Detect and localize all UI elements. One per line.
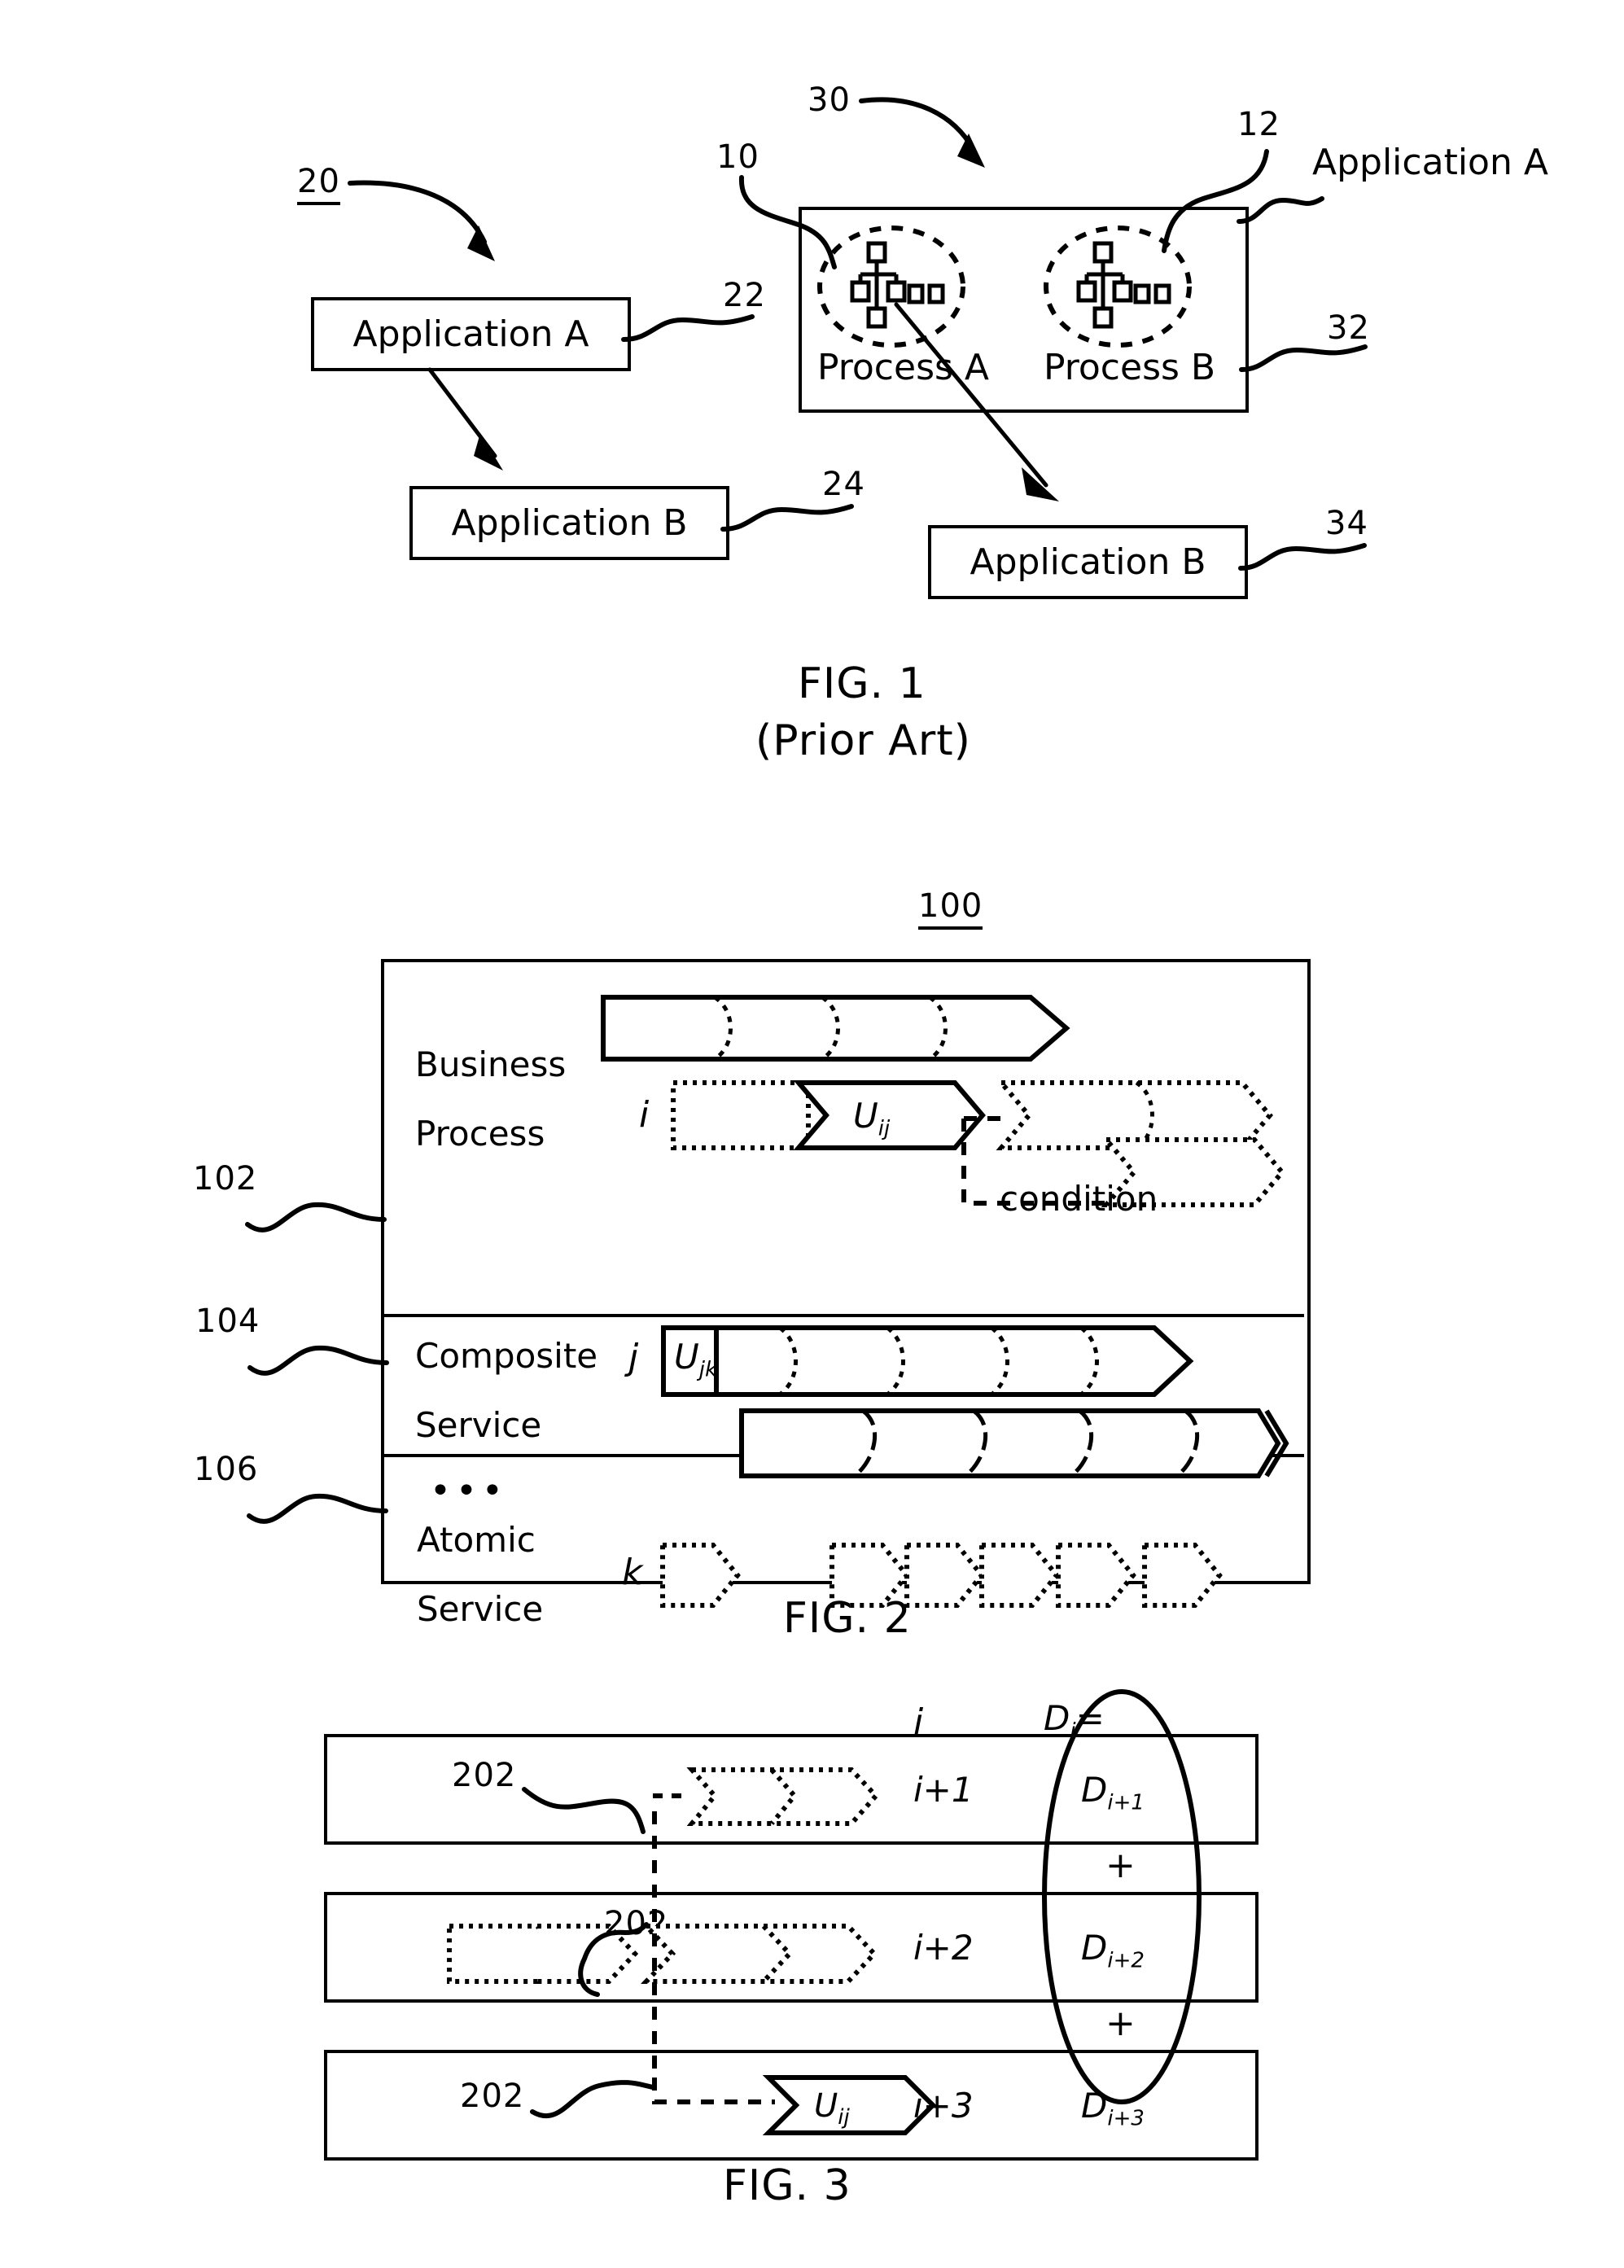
unit-symbol-u-jk: U — [674, 1337, 699, 1377]
figure-3-row-3-callout-202: 202 — [460, 2078, 525, 2115]
leader-line-104 — [247, 1345, 389, 1376]
composite-service-label-line1: Composite — [415, 1336, 598, 1376]
figure-3-row-3-index: i+3 — [913, 2086, 974, 2126]
figure-3-row-2-leader — [578, 1922, 649, 1997]
figure-3-row-1-callout-202: 202 — [452, 1757, 517, 1794]
figure-3-plus-2: + — [1105, 2003, 1136, 2044]
composite-service-tier-label: Composite Service — [415, 1333, 598, 1448]
arrow-appa-to-appb-left — [427, 367, 503, 471]
business-process-label-line1: Business — [415, 1044, 567, 1084]
figure-3-row-1-d-value: Di+1 — [1081, 1770, 1145, 1815]
composite-service-unit-ujk: Ujk — [674, 1337, 717, 1381]
atomic-service-tier-label: Atomic Service — [417, 1517, 543, 1632]
row-3-unit-subscript: ij — [838, 2105, 850, 2130]
reference-number-100: 100 — [918, 887, 983, 930]
reference-number-30: 30 — [808, 81, 851, 119]
business-process-condition-label: condition — [1000, 1179, 1158, 1219]
figure-3-row-3-unit-uij: Uij — [814, 2087, 850, 2130]
figure-3-row-2-index: i+2 — [913, 1928, 974, 1968]
figure-1: 20 Application A 22 Application B 24 30 … — [0, 0, 1624, 782]
row-1-d-symbol: D — [1081, 1770, 1108, 1810]
reference-number-32: 32 — [1327, 309, 1370, 347]
figure-3: i Di= 202 i+1 Di+1 + 202 i+2 Di+2 + 202 … — [0, 1628, 1624, 2268]
tier-divider-1 — [381, 1314, 1304, 1317]
business-process-solid-chevron-bar — [601, 995, 1070, 1062]
row-3-d-subscript: i+3 — [1107, 2106, 1145, 2131]
composite-service-index-j: j — [628, 1337, 639, 1378]
figure-3-row-3-d-value: Di+3 — [1081, 2086, 1145, 2130]
leader-line-106 — [247, 1493, 388, 1524]
atomic-service-index-k: k — [622, 1552, 643, 1593]
figure-2: 100 102 Business Process i Uij condition… — [0, 838, 1624, 1643]
figure-3-row-1-index: i+1 — [913, 1770, 974, 1810]
business-process-unit-uij: Uij — [853, 1096, 890, 1141]
figure-3-row-1-dotted-chevrons — [653, 1767, 880, 1826]
composite-service-solid-chevron-bar — [661, 1325, 1194, 1397]
row-1-d-subscript: i+1 — [1107, 1790, 1145, 1815]
unit-subscript-ij: ij — [878, 1116, 891, 1141]
unit-subscript-jk: jk — [698, 1357, 718, 1382]
figure-1-caption: FIG. 1 — [798, 659, 926, 708]
reference-number-20: 20 — [297, 163, 340, 205]
figure-3-vertical-dashed-spine — [652, 1811, 657, 2083]
figure-3-row-2-d-value: Di+2 — [1081, 1928, 1145, 1972]
row-3-d-symbol: D — [1081, 2086, 1108, 2126]
reference-number-22: 22 — [723, 277, 766, 314]
arrow-process-a-to-application-b — [894, 302, 1059, 501]
row-2-d-subscript: i+2 — [1107, 1948, 1145, 1973]
business-process-label-line2: Process — [415, 1114, 545, 1154]
leader-line-30 — [859, 97, 985, 168]
figure-3-row-2-dotted-chevrons — [641, 1924, 878, 1984]
leader-line-102 — [245, 1202, 387, 1233]
composite-service-second-bar — [739, 1408, 1289, 1478]
patent-drawing-sheet: 20 Application A 22 Application B 24 30 … — [0, 0, 1624, 2268]
business-process-index-i: i — [639, 1094, 650, 1136]
reference-number-12: 12 — [1237, 106, 1280, 143]
application-b-box-right: Application B — [928, 525, 1248, 599]
reference-number-34: 34 — [1325, 505, 1368, 542]
figure-1-subcaption: (Prior Art) — [755, 716, 971, 765]
atomic-service-label-line1: Atomic — [417, 1520, 536, 1560]
atomic-service-label-line2: Service — [417, 1589, 544, 1630]
reference-number-24: 24 — [822, 466, 865, 503]
business-process-tier-label: Business Process — [415, 1042, 566, 1157]
atomic-service-dotted-capsules — [660, 1543, 1223, 1608]
composite-service-label-line2: Service — [415, 1405, 542, 1446]
application-a-container-label: Application A — [1312, 142, 1548, 183]
figure-3-caption: FIG. 3 — [723, 2161, 851, 2210]
application-b-box-left: Application B — [409, 486, 729, 560]
application-b-box-right-label: Application B — [970, 541, 1206, 583]
process-network-icon-b — [1076, 241, 1171, 329]
leader-line-20 — [348, 180, 495, 261]
figure-3-plus-1: + — [1105, 1845, 1136, 1886]
unit-symbol-u: U — [853, 1096, 878, 1136]
row-3-unit-symbol: U — [814, 2087, 838, 2125]
leader-line-container-label — [1237, 196, 1324, 224]
application-a-box-left: Application A — [311, 297, 631, 371]
application-a-box-left-label: Application A — [352, 313, 589, 355]
atomic-service-ellipsis: ••• — [430, 1470, 508, 1512]
application-b-box-left-label: Application B — [451, 502, 688, 544]
figure-3-row-3-dashed-connector — [652, 2078, 775, 2104]
row-2-d-symbol: D — [1081, 1928, 1108, 1968]
